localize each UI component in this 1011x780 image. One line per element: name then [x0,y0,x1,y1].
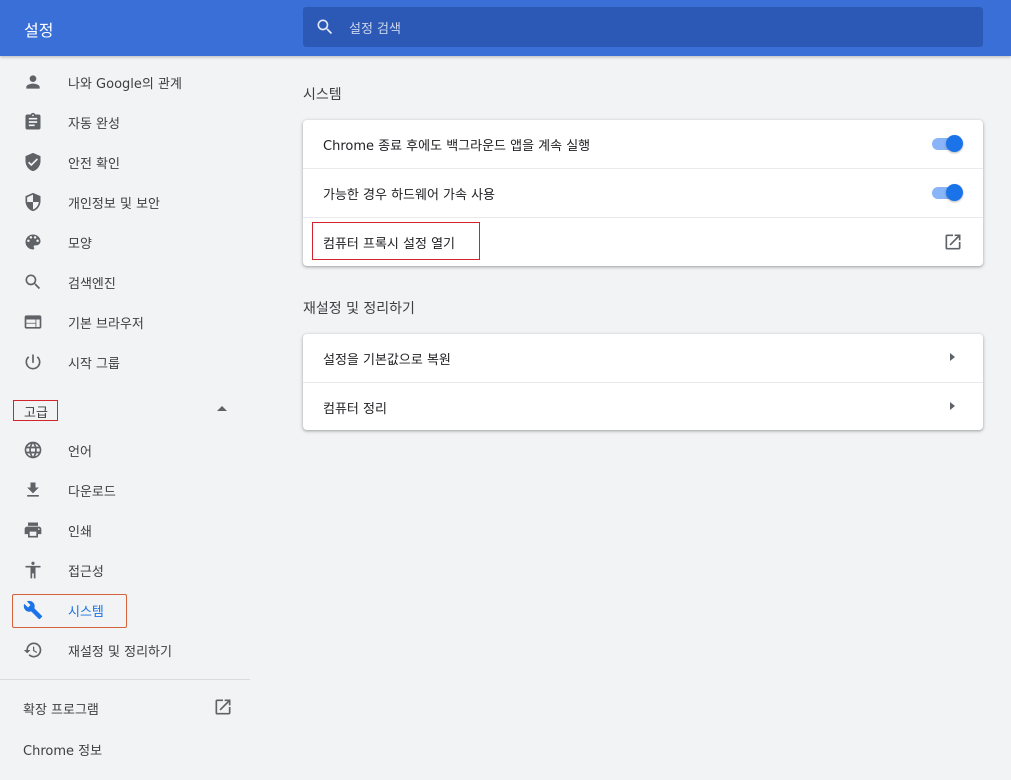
sidebar-item-safety-check[interactable]: 안전 확인 [0,142,250,182]
sidebar-item-label: 모양 [68,237,92,252]
sidebar-item-printing[interactable]: 인쇄 [0,510,250,550]
sidebar-link-extensions[interactable]: 확장 프로그램 [23,699,99,718]
search-placeholder: 설정 검색 [349,22,401,37]
sidebar-item-you-and-google[interactable]: 나와 Google의 관계 [0,62,250,102]
accessibility-icon [23,560,43,580]
sidebar-item-downloads[interactable]: 다운로드 [0,470,250,510]
sidebar-link-about-chrome[interactable]: Chrome 정보 [23,740,102,759]
sidebar-item-default-browser[interactable]: 기본 브라우저 [0,302,250,342]
setting-row-restore-defaults[interactable]: 설정을 기본값으로 복원 [303,334,983,382]
sidebar-item-appearance[interactable]: 모양 [0,222,250,262]
open-in-new-icon[interactable] [213,697,233,717]
browser-icon [23,312,43,332]
sidebar-item-label: 인쇄 [68,525,92,540]
sidebar-item-label: 기본 브라우저 [68,317,144,332]
toggle-knob [946,184,963,201]
search-input[interactable]: 설정 검색 [303,7,983,47]
arrow-up-icon [217,406,227,411]
setting-row-hardware-acceleration[interactable]: 가능한 경우 하드웨어 가속 사용 [303,168,983,217]
sidebar-item-search-engine[interactable]: 검색엔진 [0,262,250,302]
section-title-reset: 재설정 및 정리하기 [303,301,415,317]
sidebar-item-label: 접근성 [68,565,104,580]
restore-icon [23,640,43,660]
shield-icon [23,192,43,212]
sidebar-item-label: 검색엔진 [68,277,116,292]
sidebar-item-privacy[interactable]: 개인정보 및 보안 [0,182,250,222]
sidebar-item-label: 나와 Google의 관계 [68,77,182,92]
setting-label: 가능한 경우 하드웨어 가속 사용 [323,188,496,203]
page-title: 설정 [24,21,54,40]
hardware-acceleration-toggle[interactable] [932,184,963,201]
setting-label: 컴퓨터 정리 [323,402,387,417]
search-icon [315,17,335,37]
globe-icon [23,440,43,460]
open-in-new-icon[interactable] [943,232,963,252]
sidebar-item-label: 언어 [68,445,92,460]
sidebar-item-label: 재설정 및 정리하기 [68,645,172,660]
highlight-box-system [12,594,127,628]
sidebar-divider [0,679,250,680]
section-title-system: 시스템 [303,87,342,103]
sidebar-item-on-startup[interactable]: 시작 그룹 [0,342,250,382]
sidebar-item-autofill[interactable]: 자동 완성 [0,102,250,142]
sidebar-item-label: 개인정보 및 보안 [68,197,160,212]
clipboard-icon [23,112,43,132]
printer-icon [23,520,43,540]
power-icon [23,352,43,372]
sidebar: 나와 Google의 관계 자동 완성 안전 확인 개인정보 및 보안 모양 검… [0,56,250,780]
highlight-box-advanced [13,400,58,421]
background-apps-toggle[interactable] [932,135,963,152]
search-icon [23,272,43,292]
setting-label: Chrome 종료 후에도 백그라운드 앱을 계속 실행 [323,139,591,154]
sidebar-item-accessibility[interactable]: 접근성 [0,550,250,590]
sidebar-item-languages[interactable]: 언어 [0,430,250,470]
highlight-box-proxy [312,222,480,260]
reset-card: 설정을 기본값으로 복원 컴퓨터 정리 [303,334,983,430]
sidebar-item-label: 다운로드 [68,485,116,500]
sidebar-item-label: 시작 그룹 [68,357,120,372]
settings-header: 설정 설정 검색 [0,0,1011,56]
toggle-knob [946,135,963,152]
download-icon [23,480,43,500]
setting-row-background-apps[interactable]: Chrome 종료 후에도 백그라운드 앱을 계속 실행 [303,120,983,168]
sidebar-item-reset[interactable]: 재설정 및 정리하기 [0,630,250,670]
shield-check-icon [23,152,43,172]
arrow-right-icon [950,353,955,361]
setting-row-cleanup-computer[interactable]: 컴퓨터 정리 [303,382,983,431]
palette-icon [23,232,43,252]
person-icon [23,72,43,92]
arrow-right-icon [950,402,955,410]
sidebar-item-label: 안전 확인 [68,157,120,172]
sidebar-item-label: 자동 완성 [68,117,120,132]
setting-label: 설정을 기본값으로 복원 [323,353,451,368]
